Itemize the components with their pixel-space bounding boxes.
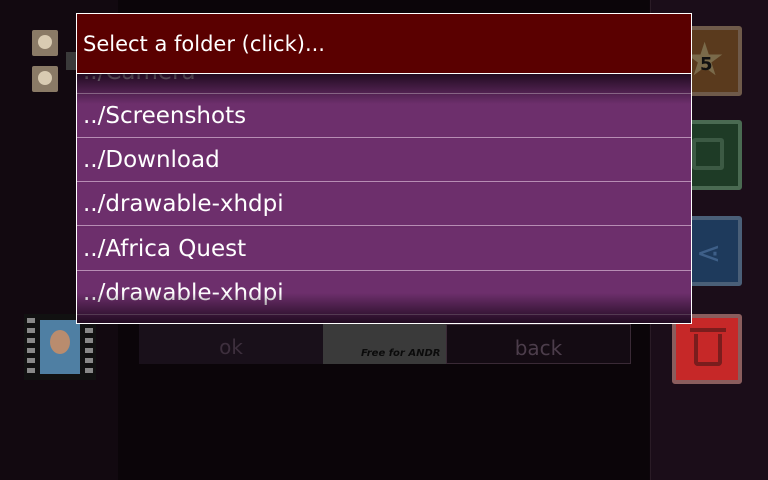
ad-text: Free for ANDR <box>361 348 441 359</box>
film-perforations <box>85 318 93 376</box>
folder-item[interactable]: ../Africa Quest <box>77 228 691 271</box>
folder-item[interactable]: ../Screenshots <box>77 95 691 138</box>
folder-select-dialog: Select a folder (click)... ../Camera ../… <box>76 13 692 324</box>
film-perforations <box>27 318 35 376</box>
share-icon: ⋖ <box>696 236 722 271</box>
floppy-disk-icon <box>692 138 724 170</box>
folder-list[interactable]: ../Camera ../Screenshots ../Download ../… <box>77 74 691 323</box>
delete-button[interactable] <box>672 314 742 384</box>
photo-thumbnail[interactable] <box>32 66 58 92</box>
dialog-title: Select a folder (click)... <box>77 14 691 73</box>
trash-lid <box>690 328 726 332</box>
photo-thumbnail[interactable] <box>32 30 58 56</box>
folder-item[interactable]: ../drawable-xhdpi <box>77 272 691 315</box>
film-photo <box>40 320 80 374</box>
ad-banner[interactable]: Free for ANDR <box>323 324 446 364</box>
trash-icon <box>694 334 722 366</box>
ok-button[interactable]: ok <box>139 324 323 364</box>
folder-item[interactable]: ../drawable-xhdpi <box>77 183 691 226</box>
back-button[interactable]: back <box>446 324 631 364</box>
rating-count: 5 <box>700 54 713 75</box>
folder-item[interactable]: ../Camera <box>77 74 691 94</box>
folder-item[interactable]: ../Download <box>77 139 691 182</box>
